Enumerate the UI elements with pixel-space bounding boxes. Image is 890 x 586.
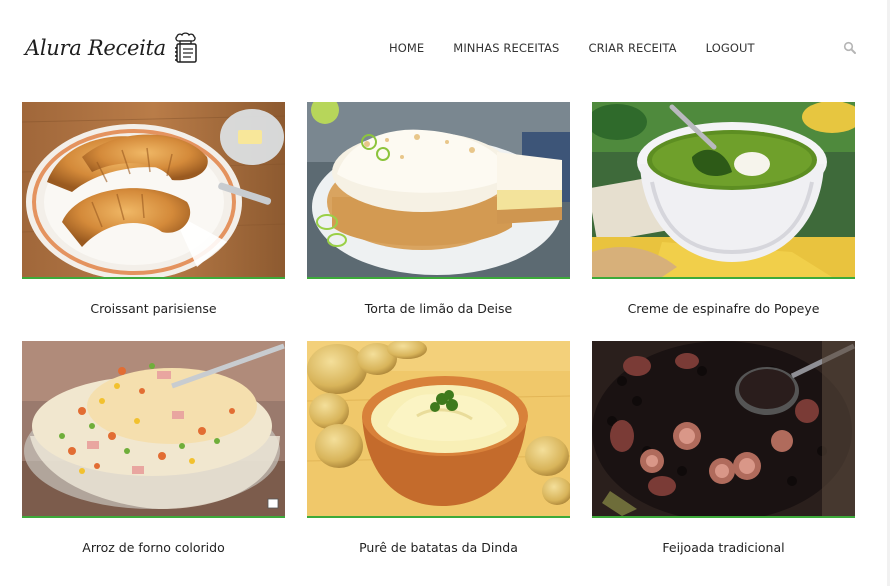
- recipe-title[interactable]: Croissant parisiense: [22, 301, 285, 316]
- page: Alura Receita HOME MINHAS RECEITAS CRIAR: [0, 0, 890, 586]
- recipe-card[interactable]: Arroz de forno colorido: [22, 341, 285, 572]
- logo-text: Alura Receita: [25, 36, 166, 60]
- mashed-potatoes-photo[interactable]: [307, 341, 570, 518]
- baked-rice-casserole-photo[interactable]: [22, 341, 285, 518]
- recipe-title[interactable]: Torta de limão da Deise: [307, 301, 570, 316]
- recipe-card[interactable]: Feijoada tradicional: [592, 341, 855, 572]
- recipe-title[interactable]: Purê de batatas da Dinda: [307, 540, 570, 555]
- nav-home[interactable]: HOME: [389, 41, 424, 55]
- recipe-card[interactable]: Croissant parisiense: [22, 102, 285, 333]
- search-icon[interactable]: [843, 41, 857, 55]
- nav-criar-receita[interactable]: CRIAR RECEITA: [588, 41, 676, 55]
- recipe-title[interactable]: Feijoada tradicional: [592, 540, 855, 555]
- feijoada-pot-photo[interactable]: [592, 341, 855, 518]
- recipe-card[interactable]: Creme de espinafre do Popeye: [592, 102, 855, 333]
- recipe-title[interactable]: Arroz de forno colorido: [22, 540, 285, 555]
- lemon-meringue-pie-photo[interactable]: [307, 102, 570, 279]
- site-header: Alura Receita HOME MINHAS RECEITAS CRIAR: [0, 0, 890, 96]
- site-logo[interactable]: Alura Receita: [25, 32, 201, 64]
- spinach-cream-soup-photo[interactable]: [592, 102, 855, 279]
- chef-cookbook-icon: [174, 32, 197, 63]
- recipe-card[interactable]: Torta de limão da Deise: [307, 102, 570, 333]
- recipe-title[interactable]: Creme de espinafre do Popeye: [592, 301, 855, 316]
- nav-logout[interactable]: LOGOUT: [706, 41, 755, 55]
- recipe-card[interactable]: Purê de batatas da Dinda: [307, 341, 570, 572]
- croissants-on-plate-photo[interactable]: [22, 102, 285, 279]
- nav-minhas-receitas[interactable]: MINHAS RECEITAS: [453, 41, 559, 55]
- main-nav: HOME MINHAS RECEITAS CRIAR RECEITA LOGOU…: [389, 41, 755, 55]
